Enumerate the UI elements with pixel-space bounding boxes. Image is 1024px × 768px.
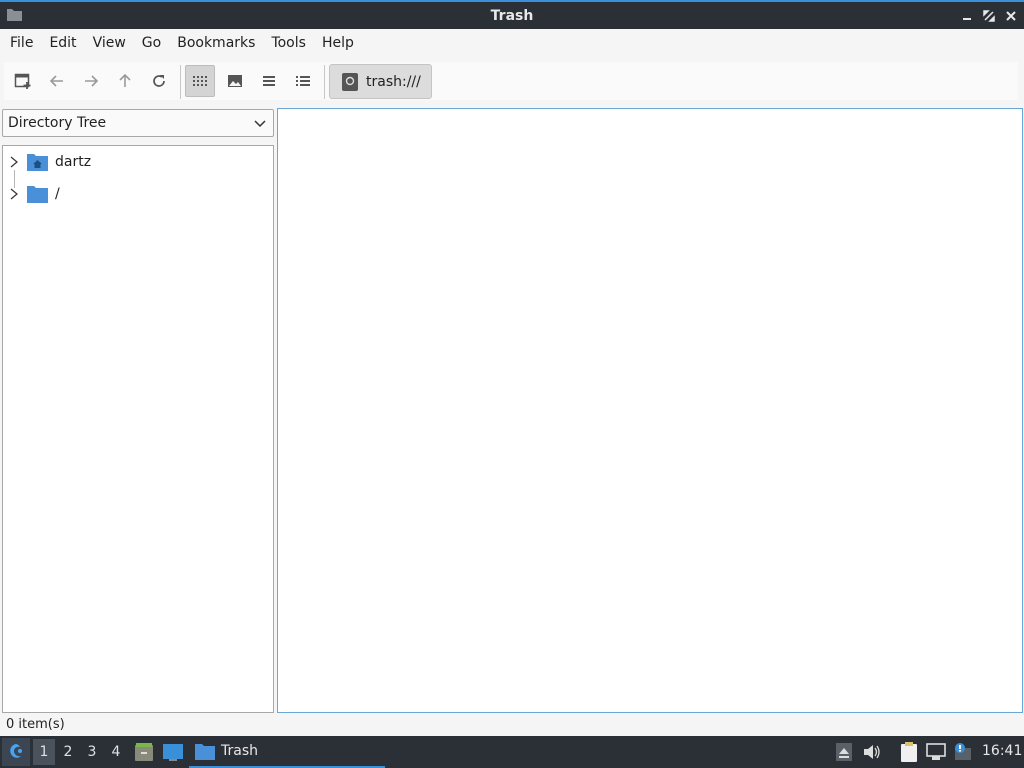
thumbnail-view-button[interactable] [220, 66, 250, 96]
show-desktop-icon[interactable] [162, 741, 184, 763]
folder-icon [27, 186, 48, 203]
directory-tree: dartz / [2, 145, 274, 713]
notification-icon [955, 743, 971, 760]
icon-view-button[interactable] [185, 65, 215, 97]
maximize-icon [983, 10, 995, 22]
home-folder-icon [27, 154, 48, 171]
notification-button[interactable] [953, 742, 973, 762]
volume-button[interactable] [862, 742, 882, 762]
side-pane-mode-select[interactable]: Directory Tree [2, 109, 274, 137]
compact-view-button[interactable] [254, 66, 284, 96]
menu-bookmarks[interactable]: Bookmarks [169, 29, 263, 57]
close-button[interactable] [1002, 7, 1020, 25]
minimize-icon [963, 18, 971, 20]
taskbar: 1 2 3 4 Trash 16:41 [0, 736, 1024, 768]
tree-item-home[interactable]: dartz [3, 146, 273, 178]
tree-item-label: dartz [55, 154, 92, 170]
path-bar-button[interactable]: trash:/// [329, 64, 432, 99]
maximize-button[interactable] [980, 7, 998, 25]
toolbar-separator [180, 65, 181, 99]
chevron-right-icon[interactable] [9, 156, 19, 168]
compact-view-icon [263, 76, 275, 86]
tree-item-root[interactable]: / [3, 178, 273, 210]
toolbar-separator [324, 65, 325, 99]
title-bar: Trash [0, 0, 1024, 29]
status-bar: 0 item(s) [0, 715, 1024, 736]
clipboard-button[interactable] [899, 742, 919, 762]
menu-go[interactable]: Go [134, 29, 169, 57]
network-button[interactable] [926, 742, 946, 762]
clock[interactable]: 16:41 [982, 743, 1022, 759]
reload-button[interactable] [144, 66, 174, 96]
back-button[interactable] [42, 66, 72, 96]
menu-view[interactable]: View [85, 29, 134, 57]
folder-icon [195, 743, 215, 760]
minimize-button[interactable] [958, 7, 976, 25]
chevron-down-icon [254, 120, 266, 128]
back-icon [49, 75, 63, 87]
workspace-2[interactable]: 2 [57, 739, 79, 765]
volume-icon [864, 745, 880, 759]
workspace-4[interactable]: 4 [105, 739, 127, 765]
chevron-right-icon[interactable] [9, 188, 19, 200]
icon-view-icon [193, 76, 207, 86]
reload-icon [153, 75, 165, 87]
trash-icon [342, 72, 358, 91]
thumbnail-view-icon [228, 75, 242, 87]
workspace-1[interactable]: 1 [33, 739, 55, 765]
menu-file[interactable]: File [2, 29, 41, 57]
new-tab-button[interactable] [8, 66, 38, 96]
toolbar: trash:/// [0, 57, 1024, 105]
up-button[interactable] [110, 66, 140, 96]
task-label: Trash [221, 743, 258, 759]
tray-menu-button[interactable] [834, 742, 854, 762]
eject-icon [836, 743, 852, 761]
up-icon [119, 73, 131, 87]
clipboard-icon [901, 742, 917, 762]
window-title: Trash [490, 7, 534, 24]
detailed-list-view-icon [296, 76, 310, 86]
menu-edit[interactable]: Edit [41, 29, 84, 57]
forward-icon [85, 75, 99, 87]
menu-tools[interactable]: Tools [263, 29, 314, 57]
tree-item-label: / [55, 186, 60, 202]
new-tab-icon [14, 73, 31, 89]
item-count: 0 item(s) [6, 717, 65, 732]
file-view[interactable] [277, 108, 1023, 713]
file-manager-launcher-icon[interactable] [133, 741, 155, 763]
start-menu-button[interactable] [2, 738, 30, 766]
menu-help[interactable]: Help [314, 29, 362, 57]
workspace-3[interactable]: 3 [81, 739, 103, 765]
lxqt-logo-icon [10, 744, 22, 758]
taskbar-task-trash[interactable]: Trash [189, 736, 385, 768]
path-text: trash:/// [366, 73, 421, 90]
menu-bar: File Edit View Go Bookmarks Tools Help [0, 29, 1024, 57]
network-icon [926, 743, 946, 760]
forward-button[interactable] [76, 66, 106, 96]
close-icon [1006, 11, 1016, 21]
detailed-list-view-button[interactable] [288, 66, 318, 96]
side-pane-mode-label: Directory Tree [8, 115, 107, 131]
